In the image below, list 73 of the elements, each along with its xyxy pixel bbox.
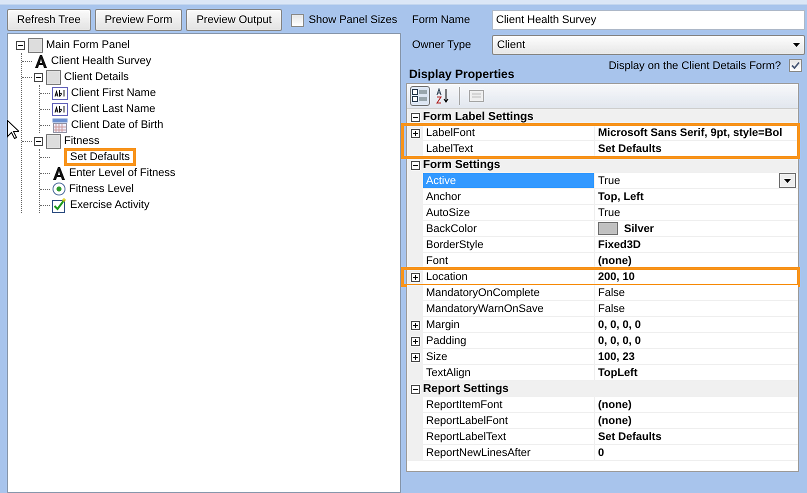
tree-item[interactable]: Fitness Level <box>66 183 137 195</box>
property-name[interactable]: LabelText <box>423 141 595 157</box>
category-header: Form Label Settings <box>423 111 534 123</box>
tree-item[interactable]: Client Details <box>61 71 132 83</box>
tree-item[interactable]: Client First Name <box>68 87 159 99</box>
property-value: Microsoft Sans Serif, 9pt, style=Bol <box>598 126 782 138</box>
property-value: Top, Left <box>598 190 644 202</box>
tree-item[interactable]: Client Last Name <box>68 103 158 115</box>
categorized-icon[interactable] <box>410 86 430 106</box>
category-header: Report Settings <box>423 383 509 395</box>
property-value: TopLeft <box>598 366 638 378</box>
property-value: False <box>598 286 625 298</box>
property-value: Fixed3D <box>598 238 641 250</box>
category-header: Form Settings <box>423 159 500 171</box>
checkbox-icon <box>52 198 67 212</box>
property-name[interactable]: ReportNewLinesAfter <box>423 445 595 461</box>
expand-icon[interactable] <box>410 336 420 346</box>
property-name[interactable]: Font <box>423 253 595 269</box>
tree-item[interactable]: Client Health Survey <box>48 55 154 67</box>
panel-icon <box>46 134 61 148</box>
section-title: Display Properties <box>409 66 514 81</box>
tree-item[interactable]: Client Date of Birth <box>68 119 166 131</box>
property-value: Set Defaults <box>598 430 662 442</box>
expand-icon[interactable] <box>410 128 420 138</box>
textbox-icon <box>52 102 68 116</box>
expand-icon[interactable] <box>410 272 420 282</box>
property-value: 200, 10 <box>598 270 635 282</box>
tree-item[interactable]: Fitness <box>61 135 102 147</box>
collapse-icon[interactable] <box>410 112 420 122</box>
caret-icon <box>784 178 791 182</box>
field-label: Owner Type <box>411 39 472 51</box>
collapse-icon[interactable] <box>410 160 420 170</box>
letter-a-icon <box>34 54 48 68</box>
property-value: True <box>598 174 620 186</box>
expand-icon[interactable] <box>410 320 420 330</box>
tree-item[interactable]: Set Defaults <box>67 151 133 163</box>
dropdown-button[interactable] <box>779 173 796 188</box>
form-name-field[interactable]: Client Health Survey <box>492 10 805 30</box>
tree-item[interactable]: Enter Level of Fitness <box>66 167 178 179</box>
expand-icon[interactable] <box>410 352 420 362</box>
collapse-icon[interactable] <box>34 136 43 146</box>
property-value: (none) <box>598 398 632 410</box>
checkbox-label: Show Panel Sizes <box>308 14 398 26</box>
checkbox[interactable] <box>290 14 304 26</box>
property-value: 0, 0, 0, 0 <box>598 318 641 330</box>
property-value: Silver <box>624 222 654 234</box>
panel-icon <box>46 70 61 84</box>
toolbar-button[interactable]: Preview Form <box>94 9 182 31</box>
property-value: Set Defaults <box>598 142 662 154</box>
collapse-icon[interactable] <box>16 40 25 50</box>
collapse-icon[interactable] <box>410 384 420 394</box>
toolbar-button[interactable]: Refresh Tree <box>7 9 91 31</box>
property-value: (none) <box>598 414 632 426</box>
owner-type-dropdown[interactable]: Client <box>492 35 805 55</box>
toolbar-button[interactable]: Preview Output <box>186 9 282 31</box>
tree-item[interactable]: Exercise Activity <box>67 199 152 211</box>
property-value: True <box>598 206 620 218</box>
calendar-icon <box>52 118 68 132</box>
field-label: Form Name <box>411 14 472 26</box>
property-value: 0 <box>598 446 604 458</box>
property-value: (none) <box>598 254 632 266</box>
checkbox-label: Display on the Client Details Form? <box>608 60 781 72</box>
caret-icon <box>793 43 800 47</box>
radio-icon <box>52 182 66 196</box>
property-value: 100, 23 <box>598 350 635 362</box>
checkbox[interactable] <box>789 59 802 72</box>
property-value: 0, 0, 0, 0 <box>598 334 641 346</box>
collapse-icon[interactable] <box>34 72 43 82</box>
textbox-icon <box>52 86 68 100</box>
panel-icon <box>28 38 43 52</box>
tree-item[interactable]: Main Form Panel <box>43 39 133 51</box>
letter-a-icon <box>52 166 66 180</box>
property-value: False <box>598 302 625 314</box>
